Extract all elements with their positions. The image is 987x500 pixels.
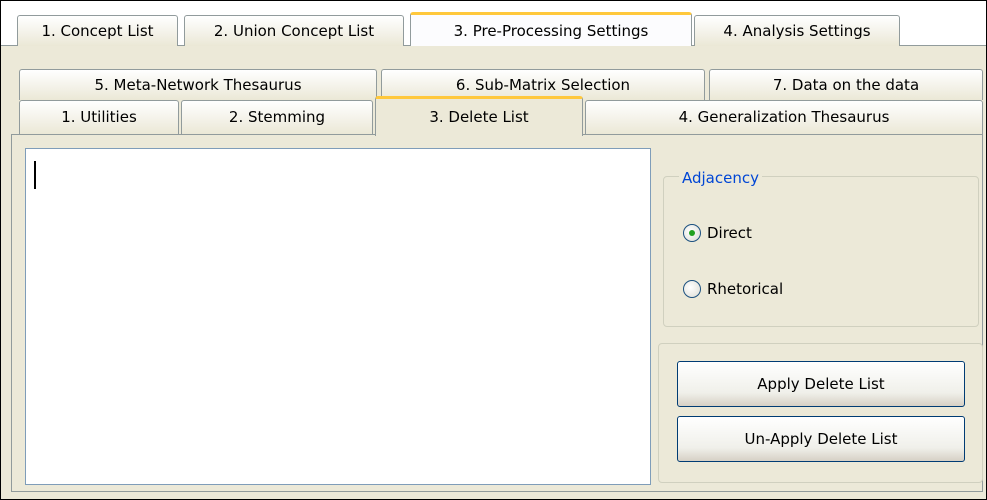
- tab-meta-network-thesaurus[interactable]: 5. Meta-Network Thesaurus: [19, 69, 377, 100]
- unapply-delete-list-button[interactable]: Un-Apply Delete List: [677, 416, 965, 462]
- tab-label: 5. Meta-Network Thesaurus: [94, 76, 302, 94]
- tab-generalization-thesaurus[interactable]: 4. Generalization Thesaurus: [585, 100, 983, 134]
- radio-unchecked-icon[interactable]: [683, 280, 701, 298]
- window-frame: 1. Concept List 2. Union Concept List 3.…: [0, 0, 987, 500]
- tab-label: 4. Analysis Settings: [723, 22, 871, 40]
- adjacency-legend: Adjacency: [679, 169, 762, 187]
- radio-direct[interactable]: Direct: [683, 221, 752, 245]
- adjacency-group: [663, 176, 979, 327]
- tab-data-on-the-data[interactable]: 7. Data on the data: [709, 69, 983, 100]
- radio-rhetorical[interactable]: Rhetorical: [683, 277, 783, 301]
- tab-delete-list[interactable]: 3. Delete List: [375, 96, 583, 136]
- top-tab-bar: 1. Concept List 2. Union Concept List 3.…: [1, 1, 986, 46]
- tab-label: 1. Utilities: [61, 108, 137, 126]
- tab-utilities[interactable]: 1. Utilities: [19, 100, 179, 134]
- tab-union-concept-list[interactable]: 2. Union Concept List: [184, 15, 404, 46]
- tab-label: 2. Stemming: [228, 108, 326, 126]
- tab-concept-list[interactable]: 1. Concept List: [17, 15, 178, 46]
- tab-pre-processing-settings[interactable]: 3. Pre-Processing Settings: [410, 12, 692, 46]
- tab-label: 1. Concept List: [41, 22, 154, 40]
- tab-label: 2. Union Concept List: [213, 22, 375, 40]
- tab-label: 4. Generalization Thesaurus: [678, 108, 890, 126]
- tab-stemming[interactable]: 2. Stemming: [181, 100, 373, 134]
- tab-label: 3. Pre-Processing Settings: [453, 22, 649, 40]
- tab-analysis-settings[interactable]: 4. Analysis Settings: [694, 15, 900, 46]
- delete-list-textarea[interactable]: [25, 148, 651, 485]
- tab-label: 3. Delete List: [429, 108, 529, 126]
- radio-label-rhetorical: Rhetorical: [707, 280, 784, 298]
- text-caret: [34, 161, 36, 189]
- apply-delete-list-button[interactable]: Apply Delete List: [677, 361, 965, 407]
- radio-checked-icon[interactable]: [683, 224, 701, 242]
- radio-label-direct: Direct: [707, 224, 752, 242]
- tab-label: 7. Data on the data: [772, 76, 920, 94]
